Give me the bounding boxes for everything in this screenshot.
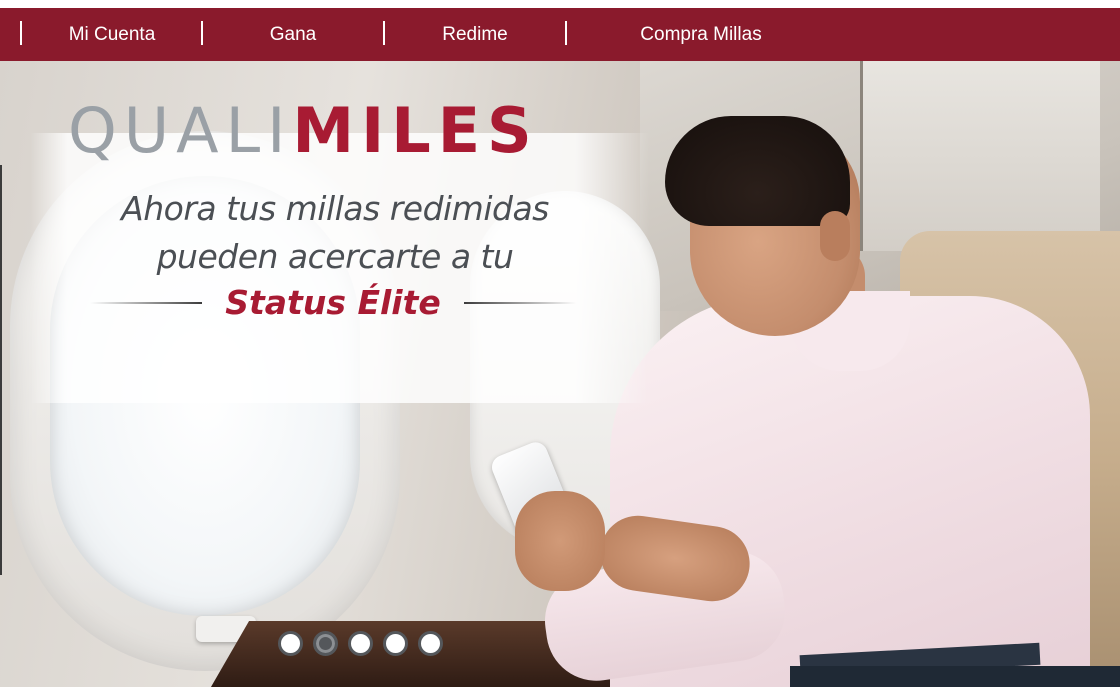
top-strip [0, 0, 1120, 8]
passenger-hair [665, 116, 850, 226]
tagline-line-2: pueden acercarte a tu [156, 237, 514, 276]
cabin-overhead-panel [860, 61, 1100, 251]
main-nav: Mi Cuenta Gana Redime Compra Millas [0, 8, 1120, 61]
carousel-dots [278, 631, 443, 656]
logo-word-miles: MILES [292, 94, 539, 167]
carousel-dot-5[interactable] [418, 631, 443, 656]
carousel-dot-3[interactable] [348, 631, 373, 656]
nav-item-mi-cuenta[interactable]: Mi Cuenta [22, 8, 202, 61]
passenger-ear [820, 211, 850, 261]
carousel-dot-1[interactable] [278, 631, 303, 656]
status-elite-row: Status Élite [90, 280, 576, 326]
nav-item-compra-millas[interactable]: Compra Millas [567, 8, 835, 61]
passenger-left-hand [515, 491, 605, 591]
logo-word-quali: QUALI [68, 94, 293, 167]
left-edge-border [0, 165, 2, 575]
passenger-pants [790, 666, 1120, 687]
divider-line-right [464, 302, 576, 304]
tagline-line-1: Ahora tus millas redimidas [121, 189, 549, 228]
carousel-dot-2[interactable] [313, 631, 338, 656]
qualimiles-logo: QUALIMILES [68, 96, 539, 166]
nav-item-gana[interactable]: Gana [203, 8, 383, 61]
carousel-dot-4[interactable] [383, 631, 408, 656]
nav-item-redime[interactable]: Redime [385, 8, 565, 61]
